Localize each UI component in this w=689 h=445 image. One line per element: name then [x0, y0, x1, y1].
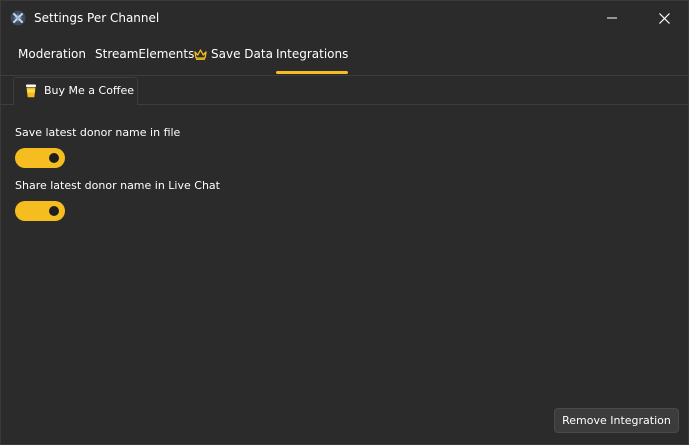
toggle-knob: [49, 153, 59, 163]
toggle-knob: [49, 206, 59, 216]
tab-label: Integrations: [276, 47, 349, 61]
close-button[interactable]: [641, 1, 687, 35]
share-donor-name-label: Share latest donor name in Live Chat: [15, 179, 220, 192]
window-title: Settings Per Channel: [34, 11, 160, 25]
settings-window: Settings Per Channel Moderation StreamEl…: [0, 0, 689, 445]
tab-label: Moderation: [18, 47, 86, 61]
active-tab-indicator: [276, 71, 349, 74]
minimize-button[interactable]: [589, 1, 635, 35]
sub-tab-label: Buy Me a Coffee: [44, 84, 135, 97]
tab-label: Save Data: [211, 47, 273, 61]
minimize-icon: [607, 17, 617, 19]
tab-label: StreamElements: [95, 47, 195, 61]
coffee-cup-icon: [26, 84, 36, 98]
title-bar: Settings Per Channel: [1, 1, 688, 35]
share-donor-name-toggle[interactable]: [15, 201, 65, 221]
app-logo-icon: [10, 10, 26, 26]
save-donor-name-label: Save latest donor name in file: [15, 126, 181, 139]
main-tab-bar: Moderation StreamElements Save Data Inte…: [1, 39, 688, 76]
remove-integration-button[interactable]: Remove Integration: [554, 408, 679, 433]
sub-tab-bar: Buy Me a Coffee: [1, 75, 688, 105]
tab-buy-me-a-coffee[interactable]: Buy Me a Coffee: [13, 77, 138, 105]
crown-icon: [194, 49, 207, 60]
tab-moderation[interactable]: Moderation: [18, 39, 86, 75]
tab-integrations[interactable]: Integrations: [276, 39, 349, 75]
tab-streamelements[interactable]: StreamElements: [95, 39, 194, 75]
close-icon: [658, 12, 670, 24]
save-donor-name-toggle[interactable]: [15, 148, 65, 168]
tab-save-data[interactable]: Save Data: [194, 39, 273, 75]
